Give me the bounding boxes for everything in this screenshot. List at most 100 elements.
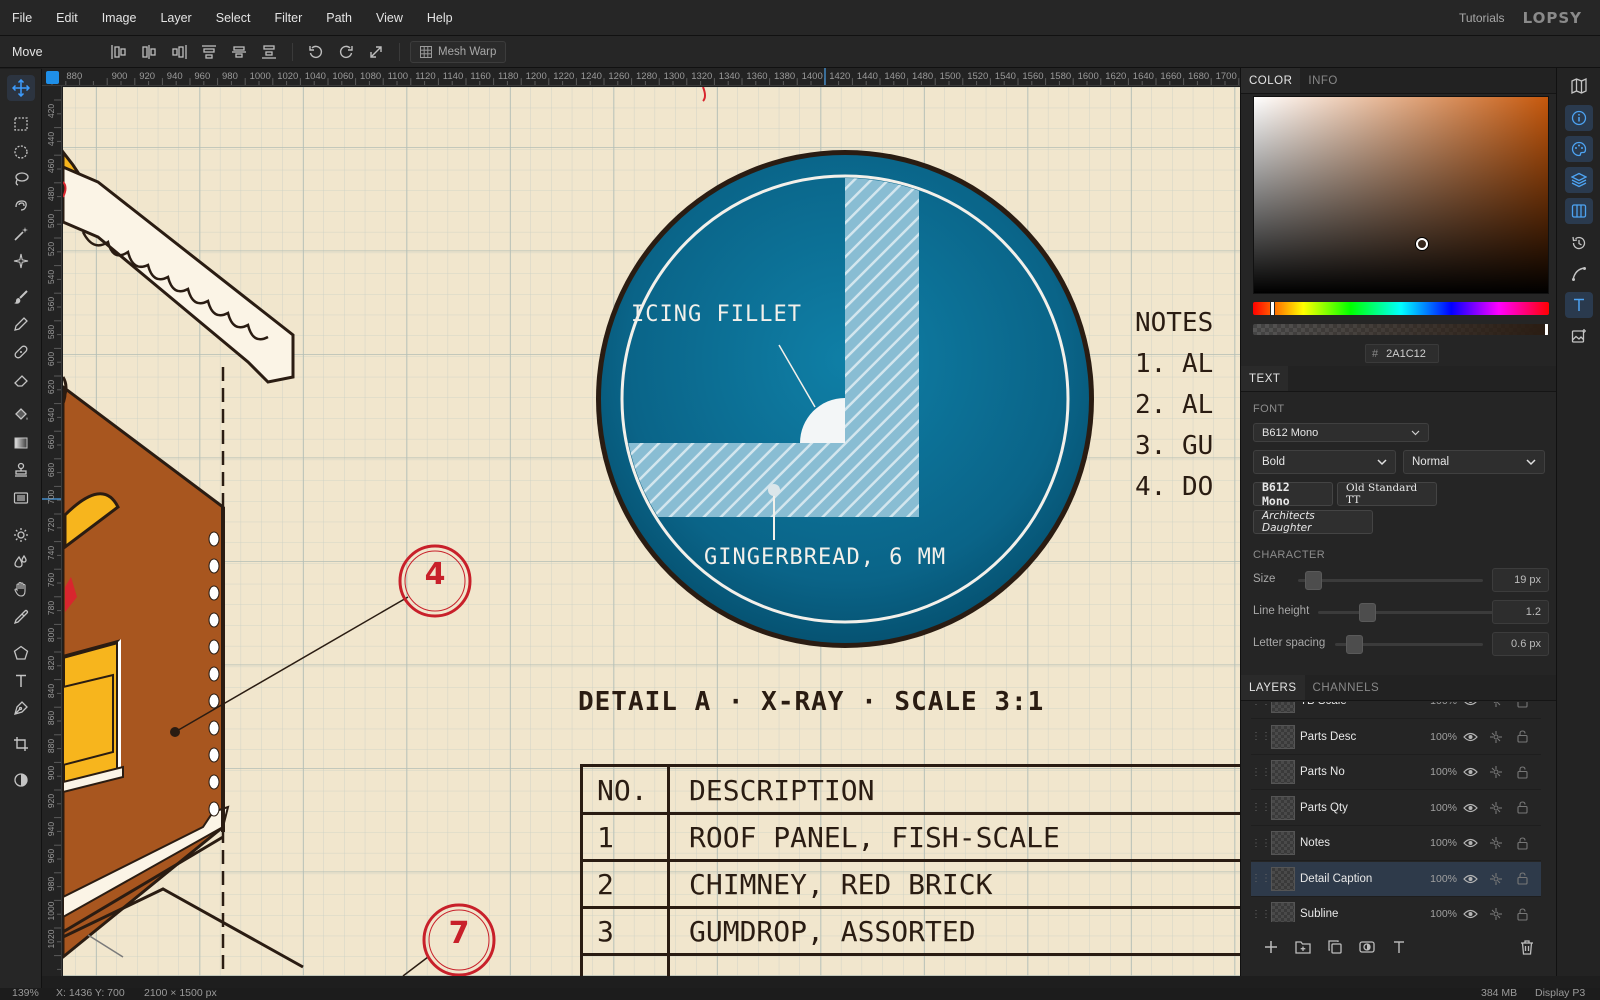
layer-effects-button[interactable]: [1483, 730, 1509, 744]
delete-layer-button[interactable]: [1511, 934, 1543, 960]
layer-row[interactable]: ⋮⋮ Notes 100%: [1251, 826, 1541, 861]
font-preset-b612[interactable]: B612 Mono: [1253, 480, 1333, 508]
drag-handle-icon[interactable]: ⋮⋮: [1251, 838, 1271, 849]
object-select-tool[interactable]: [7, 248, 35, 274]
layer-visibility-toggle[interactable]: [1457, 702, 1483, 706]
zoom-level[interactable]: 139%: [12, 987, 39, 999]
hex-input[interactable]: # 2A1C12: [1365, 344, 1439, 363]
pattern-tool[interactable]: [7, 485, 35, 511]
size-slider[interactable]: [1298, 579, 1483, 582]
menu-help[interactable]: Help: [415, 0, 465, 36]
mesh-warp-button[interactable]: Mesh Warp: [410, 40, 507, 63]
adjust-tool[interactable]: [7, 767, 35, 793]
drag-handle-icon[interactable]: ⋮⋮: [1251, 909, 1271, 920]
line-height-slider[interactable]: [1318, 611, 1499, 614]
layer-row[interactable]: ⋮⋮ Parts Qty 100%: [1251, 791, 1541, 826]
new-layer-button[interactable]: [1255, 934, 1287, 960]
move-tool[interactable]: [7, 75, 35, 101]
layer-effects-button[interactable]: [1483, 872, 1509, 886]
layer-lock-toggle[interactable]: [1509, 801, 1535, 814]
tab-info[interactable]: INFO: [1300, 68, 1345, 93]
eraser-tool[interactable]: [7, 367, 35, 393]
history-panel-button[interactable]: [1565, 230, 1593, 256]
clone-heal-tool[interactable]: [7, 339, 35, 365]
layer-lock-toggle[interactable]: [1509, 702, 1535, 708]
layers-panel-button[interactable]: [1565, 167, 1593, 193]
pencil-tool[interactable]: [7, 311, 35, 337]
drag-handle-icon[interactable]: ⋮⋮: [1251, 873, 1271, 884]
letter-spacing-slider-handle[interactable]: [1346, 635, 1363, 654]
menu-view[interactable]: View: [364, 0, 415, 36]
tab-color[interactable]: COLOR: [1241, 68, 1301, 93]
navigator-panel-button[interactable]: [1565, 73, 1593, 99]
smudge-tool[interactable]: [7, 576, 35, 602]
stamp-tool[interactable]: [7, 457, 35, 483]
font-preset-old-standard[interactable]: Old Standard TT: [1337, 482, 1437, 506]
line-height-input[interactable]: 1.2: [1492, 600, 1549, 624]
layer-visibility-toggle[interactable]: [1457, 732, 1483, 742]
menu-file[interactable]: File: [0, 0, 44, 36]
line-height-slider-handle[interactable]: [1359, 603, 1376, 622]
layer-row[interactable]: ⋮⋮ Subline 100%: [1251, 897, 1541, 922]
layer-lock-toggle[interactable]: [1509, 836, 1535, 850]
menu-path[interactable]: Path: [314, 0, 364, 36]
menu-filter[interactable]: Filter: [262, 0, 314, 36]
polygon-tool[interactable]: [7, 640, 35, 666]
crop-tool[interactable]: [7, 731, 35, 757]
paint-bucket-tool[interactable]: [7, 402, 35, 428]
expand-button[interactable]: [361, 39, 391, 65]
layer-visibility-toggle[interactable]: [1457, 838, 1483, 848]
layer-effects-button[interactable]: [1483, 702, 1509, 708]
font-style-select[interactable]: Normal: [1403, 450, 1545, 474]
layer-row[interactable]: ⋮⋮ Detail Caption 100%: [1251, 861, 1541, 897]
burn-tool[interactable]: [7, 549, 35, 575]
color-picker-handle[interactable]: [1416, 238, 1428, 250]
magic-wand-tool[interactable]: [7, 221, 35, 247]
size-slider-handle[interactable]: [1305, 571, 1322, 590]
channels-panel-button[interactable]: [1565, 198, 1593, 224]
rotate-right-button[interactable]: [331, 39, 361, 65]
layer-visibility-toggle[interactable]: [1457, 803, 1483, 813]
font-preset-architects[interactable]: Architects Daughter: [1253, 510, 1373, 534]
layer-row[interactable]: ⋮⋮ TB Scale100%: [1251, 702, 1541, 719]
layer-effects-button[interactable]: [1483, 765, 1509, 779]
layer-mask-button[interactable]: [1351, 934, 1383, 960]
menu-select[interactable]: Select: [204, 0, 263, 36]
layer-row[interactable]: ⋮⋮ Parts No 100%: [1251, 755, 1541, 790]
layer-lock-toggle[interactable]: [1509, 872, 1535, 885]
tab-channels[interactable]: CHANNELS: [1305, 675, 1388, 700]
ruler-origin[interactable]: [46, 71, 59, 84]
info-panel-button[interactable]: [1565, 105, 1593, 131]
alpha-slider[interactable]: [1253, 324, 1549, 335]
pen-tool[interactable]: [7, 695, 35, 721]
lasso-tool[interactable]: [7, 166, 35, 192]
ruler-horizontal[interactable]: 880 880900920940960980100010201040106010…: [42, 68, 1240, 86]
gradient-tool[interactable]: [7, 430, 35, 456]
document-canvas[interactable]: ICING FILLET GINGERBREAD, 6 MM 4 7 NOTES…: [63, 87, 1240, 976]
rotate-left-button[interactable]: [301, 39, 331, 65]
layer-effects-button[interactable]: [1483, 907, 1509, 921]
letter-spacing-input[interactable]: 0.6 px: [1492, 632, 1549, 656]
align-top-button[interactable]: [194, 39, 224, 65]
align-bottom-button[interactable]: [254, 39, 284, 65]
layer-effects-button[interactable]: [1483, 801, 1509, 815]
duplicate-layer-button[interactable]: [1319, 934, 1351, 960]
layer-visibility-toggle[interactable]: [1457, 874, 1483, 884]
layer-lock-toggle[interactable]: [1509, 765, 1535, 779]
hue-slider-handle[interactable]: [1270, 301, 1275, 316]
hue-slider[interactable]: [1253, 301, 1549, 316]
align-hcenter-button[interactable]: [134, 39, 164, 65]
alpha-slider-handle[interactable]: [1545, 324, 1548, 335]
size-input[interactable]: 19 px: [1492, 568, 1549, 592]
menu-layer[interactable]: Layer: [148, 0, 203, 36]
drag-handle-icon[interactable]: ⋮⋮: [1251, 702, 1271, 707]
align-vcenter-button[interactable]: [224, 39, 254, 65]
new-group-button[interactable]: [1287, 934, 1319, 960]
text-panel-button[interactable]: [1565, 292, 1593, 318]
font-weight-select[interactable]: Bold: [1253, 450, 1396, 474]
color-panel-button[interactable]: [1565, 136, 1593, 162]
rect-select-tool[interactable]: [7, 111, 35, 137]
align-left-button[interactable]: [104, 39, 134, 65]
align-right-button[interactable]: [164, 39, 194, 65]
drag-handle-icon[interactable]: ⋮⋮: [1251, 802, 1271, 813]
